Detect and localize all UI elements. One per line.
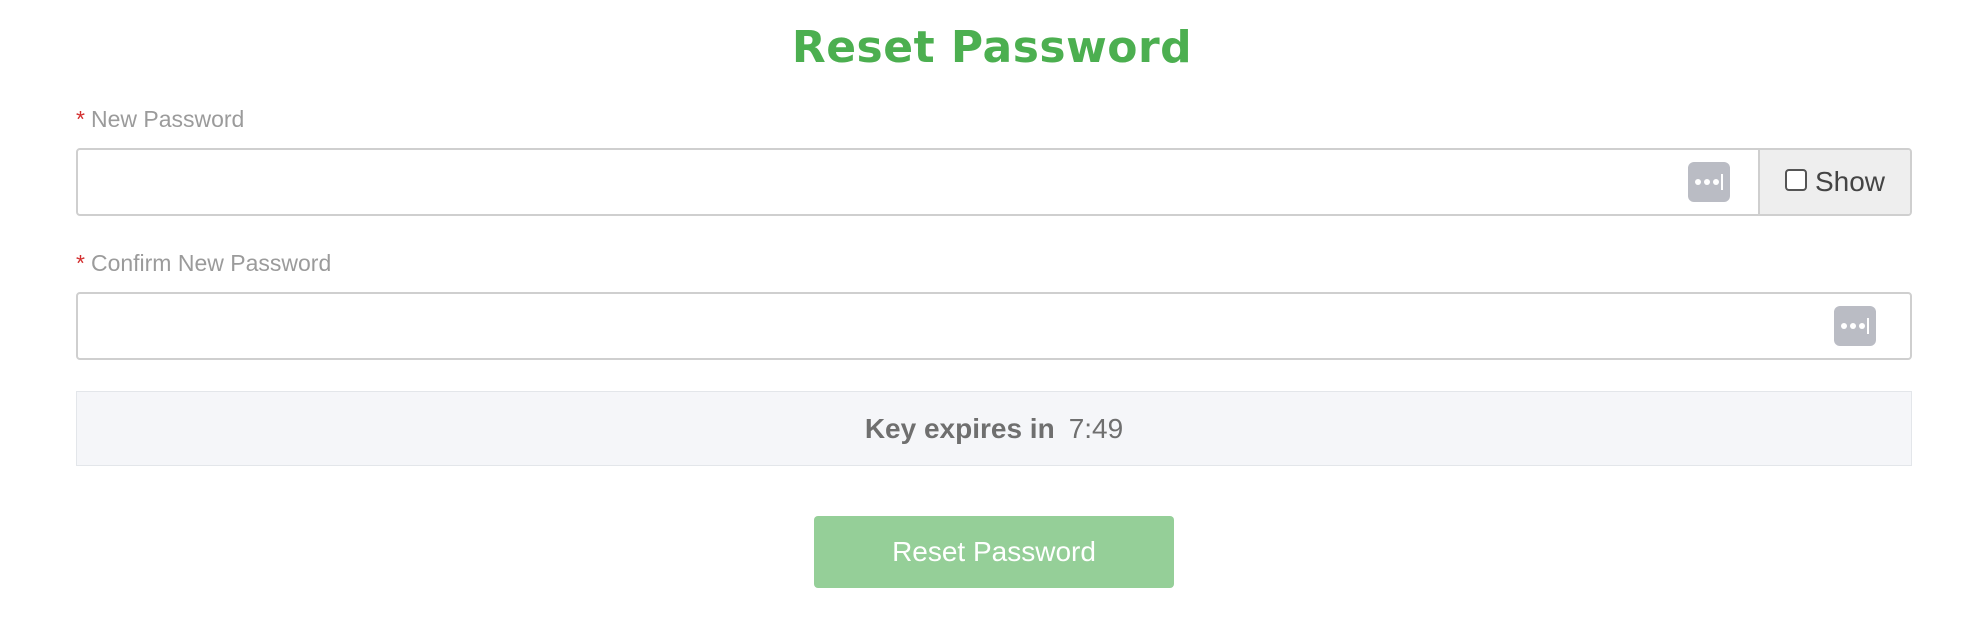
show-password-label: Show <box>1814 166 1886 197</box>
password-manager-icon[interactable] <box>1834 306 1876 346</box>
page-title: Reset Password <box>791 22 1193 73</box>
cursor-bar-glyph <box>1721 174 1723 190</box>
required-marker: * <box>76 250 85 276</box>
dots-glyph <box>1695 179 1719 185</box>
required-marker: * <box>76 106 85 132</box>
key-expiry-label: Key expires in <box>864 412 1055 444</box>
confirm-password-label-text: Confirm New Password <box>90 250 332 276</box>
password-manager-icon[interactable] <box>1688 162 1730 202</box>
reset-password-page: Reset Password * New Password Show * Confi… <box>0 0 1984 624</box>
dots-glyph <box>1841 323 1865 329</box>
confirm-password-input[interactable] <box>78 294 1834 358</box>
new-password-group: Show <box>76 148 1912 216</box>
confirm-password-label: * Confirm New Password <box>76 248 331 278</box>
show-password-toggle[interactable]: Show <box>1758 150 1910 214</box>
cursor-bar-glyph <box>1867 318 1869 334</box>
new-password-label-text: New Password <box>90 106 245 132</box>
confirm-password-group <box>76 292 1912 360</box>
key-expiry-panel: Key expires in 7:49 <box>76 391 1912 466</box>
reset-password-button[interactable]: Reset Password <box>814 516 1174 588</box>
new-password-input[interactable] <box>78 150 1688 214</box>
new-password-label: * New Password <box>76 104 244 134</box>
show-password-checkbox[interactable] <box>1784 169 1807 191</box>
key-expiry-time: 7:49 <box>1068 412 1124 444</box>
